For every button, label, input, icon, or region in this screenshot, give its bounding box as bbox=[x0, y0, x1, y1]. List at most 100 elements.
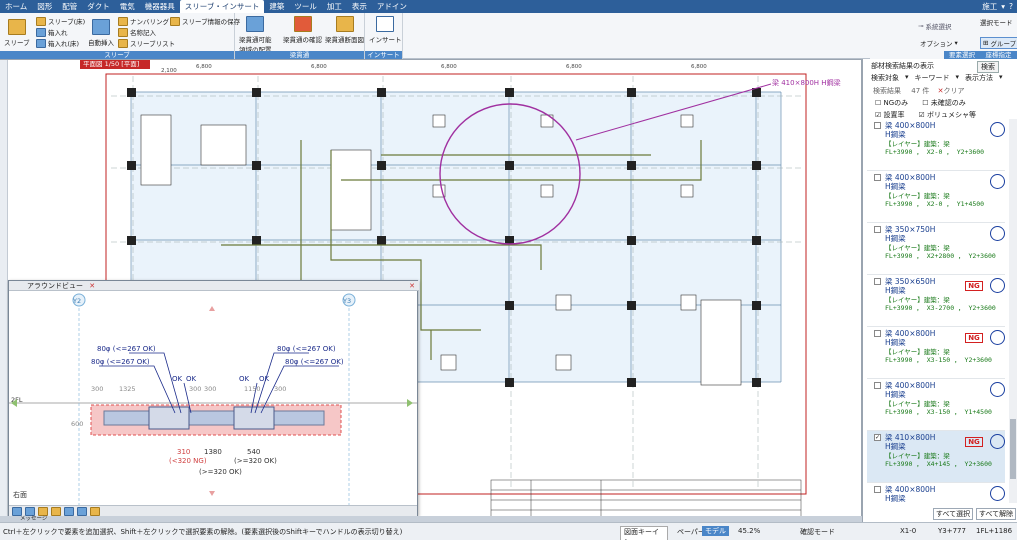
result-card[interactable]: 梁 400×800H H鋼梁 【レイヤー】建築：梁 FL+3990 ， X3-150 … bbox=[867, 379, 1005, 431]
insert-button[interactable]: インサート bbox=[369, 16, 402, 44]
menu-item-equipment[interactable]: 機器器具 bbox=[140, 0, 180, 13]
beam-through-check-button[interactable]: 梁貫通の確認 bbox=[283, 16, 322, 44]
popup-titlebar[interactable]: アラウンドビュー ✕ ✕ bbox=[9, 281, 419, 291]
left-side-strip[interactable] bbox=[0, 60, 8, 520]
check-ng-only[interactable]: ☐ NGのみ bbox=[875, 98, 908, 108]
ribbon-group-sleeve: スリーブ スリーブ(床) 箱入れ 箱入れ(床) 自動挿入 ナンバリング 名称記入… bbox=[0, 13, 240, 59]
check-unconfirmed[interactable]: ☐ 未確認のみ bbox=[922, 98, 966, 108]
filter-display[interactable]: 表示方法 bbox=[965, 73, 993, 83]
sleeve-list-button[interactable]: スリーブリスト bbox=[118, 38, 175, 48]
status-circle-icon[interactable] bbox=[990, 226, 1005, 241]
result-label: 検索結果 bbox=[873, 87, 901, 95]
save-sleeve-info-button[interactable]: スリーブ情報の保存 bbox=[170, 16, 240, 26]
clear-button[interactable]: クリア bbox=[943, 87, 964, 95]
result-card[interactable]: 梁 400×800HH鋼梁【レイヤー】建築：梁FL+3990 ， X4+145 … bbox=[867, 483, 1005, 503]
status-circle-icon[interactable] bbox=[990, 174, 1005, 189]
chevron-down-icon: ▾ bbox=[999, 73, 1003, 81]
beam-section-button[interactable]: 梁貫通断面図 bbox=[325, 16, 364, 44]
result-list[interactable]: 梁 400×800H H鋼梁 【レイヤー】建築：梁 FL+3990 ， X2-0 ， … bbox=[863, 119, 1017, 503]
menu-item-piping[interactable]: 配管 bbox=[57, 0, 82, 13]
menu-item-figure[interactable]: 図形 bbox=[32, 0, 57, 13]
menu-item-duct[interactable]: ダクト bbox=[82, 0, 115, 13]
tool-icon-4[interactable] bbox=[51, 506, 61, 516]
card-position: FL+3990 ， X3-2700 ， Y2+3600 bbox=[885, 304, 996, 312]
result-card[interactable]: 梁 350×750H H鋼梁 【レイヤー】建築：梁 FL+3990 ， X2+2800… bbox=[867, 223, 1005, 275]
ok-note-1: (>=320 OK) bbox=[234, 457, 277, 465]
key-in-field[interactable]: 図面キーイン bbox=[620, 526, 668, 540]
menu-item-view[interactable]: 表示 bbox=[347, 0, 372, 13]
menu-item-addin[interactable]: アドイン bbox=[372, 0, 412, 13]
selection-toolbar: ⊸ 系統選択 選択モード オプション ▾ ⊞ グループ 要素選択 座標指定 bbox=[870, 13, 1017, 59]
menu-item-home[interactable]: ホーム bbox=[0, 0, 32, 13]
card-checkbox[interactable] bbox=[874, 122, 881, 129]
filter-keyword[interactable]: キーワード bbox=[915, 73, 950, 83]
beam-area-icon bbox=[246, 16, 265, 32]
zoom-level[interactable]: 45.2% bbox=[738, 527, 760, 535]
drawing-view-tab[interactable]: 平面図 1/50 [平面] bbox=[80, 60, 150, 69]
result-card[interactable]: 梁 400×800H H鋼梁 【レイヤー】建築：梁 FL+3990 ， X3-150 … bbox=[867, 327, 1005, 379]
tool-icon-5[interactable] bbox=[64, 506, 74, 516]
filter-row: 検索対象 ▾ キーワード ▾ 表示方法 ▾ bbox=[863, 73, 1017, 83]
result-card[interactable]: ✓ 梁 410×800H H鋼梁 【レイヤー】建築：梁 FL+3990 ， X4+145… bbox=[867, 431, 1005, 483]
dim-1150: 1150 bbox=[244, 385, 261, 393]
card-checkbox[interactable] bbox=[874, 226, 881, 233]
card-checkbox[interactable] bbox=[874, 330, 881, 337]
status-circle-icon[interactable] bbox=[990, 486, 1005, 501]
filter-target[interactable]: 検索対象 bbox=[871, 73, 899, 83]
around-view-window[interactable]: アラウンドビュー ✕ ✕ Y2 Y3 2FL 80φ (<=267 OK) 80… bbox=[8, 280, 419, 516]
status-circle-icon[interactable] bbox=[990, 382, 1005, 397]
card-checkbox[interactable] bbox=[874, 278, 881, 285]
menu-item-sleeve-insert[interactable]: スリーブ・インサート bbox=[179, 0, 265, 13]
close-icon[interactable]: ✕ bbox=[409, 281, 415, 291]
ok-note-2: (>=320 OK) bbox=[199, 468, 242, 476]
card-checkbox[interactable]: ✓ bbox=[874, 434, 881, 441]
status-circle-icon[interactable] bbox=[990, 330, 1005, 345]
box-opening-floor-button[interactable]: 箱入れ(床) bbox=[36, 38, 79, 48]
card-checkbox[interactable] bbox=[874, 382, 881, 389]
tool-icon-1[interactable] bbox=[12, 506, 22, 516]
section-view-diagram[interactable]: Y2 Y3 2FL 80φ (<=267 OK) 80φ (<=267 OK) … bbox=[9, 291, 417, 505]
group-button[interactable]: ⊞ グループ bbox=[980, 37, 1017, 49]
tool-icon-6[interactable] bbox=[77, 506, 87, 516]
select-all-button[interactable]: すべて選択 bbox=[933, 508, 973, 520]
sleeve-floor-button[interactable]: スリーブ(床) bbox=[36, 16, 85, 26]
status-circle-icon[interactable] bbox=[990, 122, 1005, 137]
result-card[interactable]: 梁 400×800H H鋼梁 【レイヤー】建築：梁 FL+3990 ， X2-0 ， … bbox=[867, 119, 1005, 171]
system-select-button[interactable]: ⊸ 系統選択 bbox=[918, 21, 951, 31]
menu-item-electric[interactable]: 電気 bbox=[115, 0, 140, 13]
box-opening-button[interactable]: 箱入れ bbox=[36, 27, 68, 37]
tool-icon-2[interactable] bbox=[25, 506, 35, 516]
status-circle-icon[interactable] bbox=[990, 278, 1005, 293]
deselect-all-button[interactable]: すべて解除 bbox=[976, 508, 1016, 520]
ribbon-caption-element-select: 要素選択 bbox=[944, 51, 980, 59]
model-button[interactable]: モデル bbox=[702, 526, 729, 536]
status-circle-icon[interactable] bbox=[990, 434, 1005, 449]
result-card[interactable]: 梁 400×800H H鋼梁 【レイヤー】建築：梁 FL+3990 ， X2-0 ， … bbox=[867, 171, 1005, 223]
card-checkbox[interactable] bbox=[874, 486, 881, 493]
chevron-down-icon[interactable]: ▾ bbox=[1001, 2, 1005, 11]
menu-item-tools[interactable]: ツール bbox=[289, 0, 322, 13]
workspace-label[interactable]: 施工 bbox=[982, 1, 997, 12]
menu-item-architecture[interactable]: 建築 bbox=[264, 0, 289, 13]
result-row: 検索結果 47 件 ✕クリア bbox=[863, 86, 1017, 96]
sleeve-button[interactable]: スリーブ bbox=[4, 19, 30, 47]
select-mode-button[interactable]: 選択モード bbox=[980, 17, 1013, 27]
name-entry-button[interactable]: 名称記入 bbox=[118, 27, 156, 37]
result-card[interactable]: 梁 350×650H H鋼梁 【レイヤー】建築：梁 FL+3990 ， X3-2700… bbox=[867, 275, 1005, 327]
scrollbar[interactable] bbox=[1009, 119, 1017, 503]
close-icon[interactable]: ✕ bbox=[89, 282, 95, 290]
search-button[interactable]: 検索 bbox=[977, 61, 999, 73]
paper-button[interactable]: ペーパー bbox=[677, 527, 705, 537]
tool-icon-3[interactable] bbox=[38, 506, 48, 516]
beam-through-area-button[interactable]: 梁貫通可能 領域の配置 bbox=[239, 16, 272, 54]
annotation-3: 80φ (<=267 OK) bbox=[277, 345, 336, 353]
scrollbar-thumb[interactable] bbox=[1010, 419, 1016, 479]
card-checkbox[interactable] bbox=[874, 174, 881, 181]
numbering-button[interactable]: ナンバリング bbox=[118, 16, 169, 26]
confirm-mode[interactable]: 確認モード bbox=[800, 527, 835, 537]
auto-insert-button[interactable]: 自動挿入 bbox=[88, 19, 114, 47]
menu-item-process[interactable]: 加工 bbox=[322, 0, 347, 13]
help-icon[interactable]: ? bbox=[1009, 2, 1013, 11]
tool-icon-7[interactable] bbox=[90, 506, 100, 516]
option-button[interactable]: オプション ▾ bbox=[920, 38, 958, 48]
